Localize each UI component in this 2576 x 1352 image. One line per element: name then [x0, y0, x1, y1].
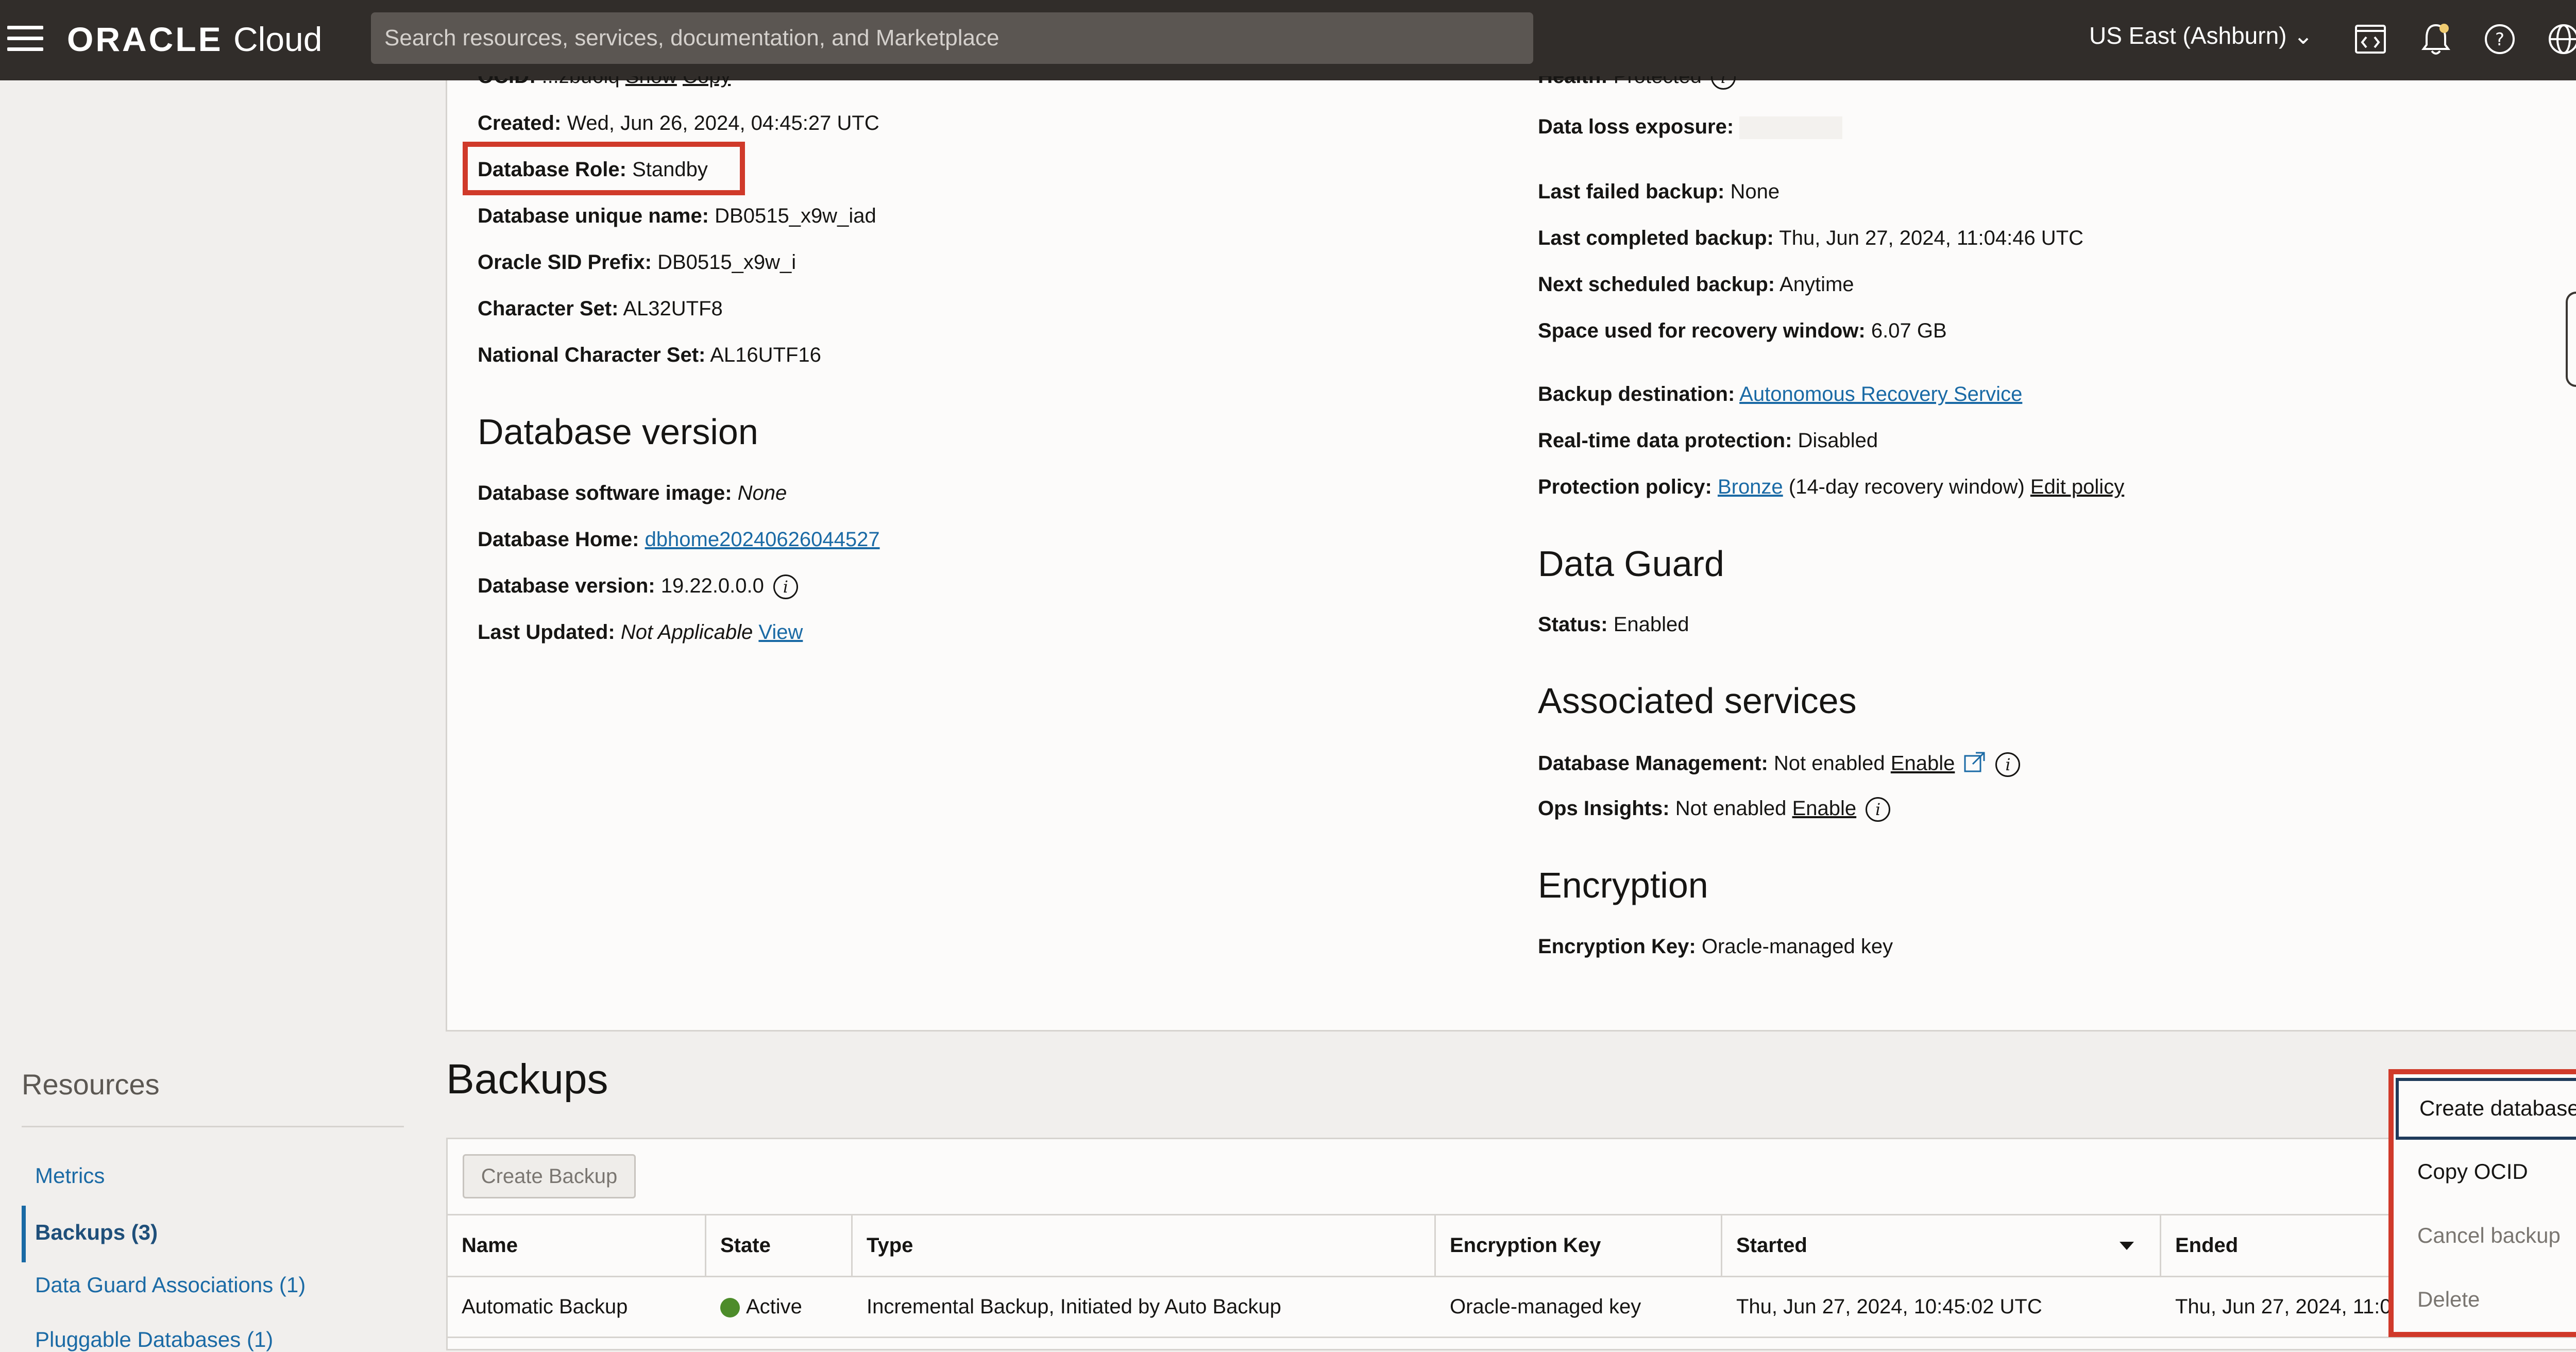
last-updated-view-link[interactable]: View [758, 621, 803, 644]
last-failed-backup-field: Last failed backup: None [1538, 180, 1780, 203]
encryption-heading: Encryption [1538, 865, 1708, 905]
help-widget[interactable] [2566, 292, 2576, 387]
column-divider [1721, 1214, 1722, 1276]
language-globe-icon[interactable] [2544, 20, 2576, 59]
resources-heading: Resources [22, 1068, 160, 1101]
resources-divider [22, 1126, 404, 1127]
table-header-top-border [446, 1214, 2576, 1215]
column-header-encryption-key[interactable]: Encryption Key [1450, 1234, 1601, 1257]
info-icon[interactable]: i [1995, 752, 2021, 777]
backup-started-cell: Thu, Jun 27, 2024, 10:45:02 UTC [1736, 1295, 2042, 1318]
ops-insights-enable-link[interactable]: Enable [1792, 797, 1857, 820]
backup-encryption-key-cell: Oracle-managed key [1450, 1295, 1641, 1318]
data-guard-status-field: Status: Enabled [1538, 613, 1689, 636]
backup-state-cell: Active [720, 1295, 802, 1319]
last-completed-backup-field: Last completed backup: Thu, Jun 27, 2024… [1538, 227, 2084, 249]
active-resource-indicator [22, 1206, 26, 1262]
data-loss-exposure-field: Data loss exposure: [1538, 115, 1843, 140]
table-header-bottom-border [446, 1276, 2576, 1277]
character-set-field: Character Set: AL32UTF8 [478, 297, 723, 320]
hamburger-menu-icon[interactable] [7, 21, 43, 57]
column-divider [851, 1214, 853, 1276]
column-header-started[interactable]: Started [1736, 1234, 1807, 1257]
software-image-field: Database software image: None [478, 482, 787, 504]
region-selector[interactable]: US East (Ashburn) ⌄ [2089, 22, 2313, 49]
sort-descending-icon[interactable] [2120, 1242, 2134, 1250]
backup-name-cell[interactable]: Automatic Backup [462, 1295, 628, 1319]
last-updated-field: Last Updated: Not Applicable View [478, 621, 803, 644]
column-header-ended[interactable]: Ended [2175, 1234, 2238, 1257]
unique-name-field: Database unique name: DB0515_x9w_iad [478, 205, 876, 227]
column-header-name[interactable]: Name [462, 1234, 518, 1257]
backup-ended-cell: Thu, Jun 27, 2024, 11:0 [2175, 1295, 2392, 1318]
space-used-field: Space used for recovery window: 6.07 GB [1538, 319, 1947, 342]
database-version-field: Database version: 19.22.0.0.0 i [478, 574, 798, 600]
chevron-down-icon: ⌄ [2293, 22, 2313, 49]
active-status-dot-icon [720, 1298, 740, 1318]
menu-item-copy-ocid[interactable]: Copy OCID [2417, 1159, 2528, 1184]
info-icon[interactable]: i [773, 574, 798, 600]
encryption-key-field: Encryption Key: Oracle-managed key [1538, 935, 1893, 958]
database-version-heading: Database version [478, 412, 758, 452]
search-input[interactable] [371, 12, 1533, 64]
resource-link-backups[interactable]: Backups (3) [35, 1220, 158, 1245]
backup-destination-link[interactable]: Autonomous Recovery Service [1739, 383, 2022, 405]
resource-link-data-guard[interactable]: Data Guard Associations (1) [35, 1273, 306, 1297]
column-divider [705, 1214, 706, 1276]
data-guard-heading: Data Guard [1538, 544, 1724, 584]
backups-heading: Backups [446, 1056, 608, 1103]
resource-link-pluggable-databases[interactable]: Pluggable Databases (1) [35, 1327, 273, 1352]
table-row-bottom-border [446, 1337, 2576, 1338]
database-management-field: Database Management: Not enabled Enable … [1538, 751, 2021, 779]
menu-item-cancel-backup[interactable]: Cancel backup [2417, 1223, 2561, 1248]
notifications-bell-icon[interactable] [2416, 20, 2455, 59]
protection-policy-link[interactable]: Bronze [1718, 476, 1783, 498]
menu-item-create-database[interactable]: Create database [2396, 1078, 2576, 1140]
backup-type-cell: Incremental Backup, Initiated by Auto Ba… [867, 1295, 1281, 1318]
backup-destination-field: Backup destination: Autonomous Recovery … [1538, 383, 2023, 405]
oracle-cloud-logo[interactable]: ORACLE Cloud [67, 20, 322, 59]
associated-services-heading: Associated services [1538, 681, 1857, 721]
column-header-state[interactable]: State [720, 1234, 771, 1257]
database-home-link[interactable]: dbhome20240626044527 [645, 528, 880, 551]
resource-link-metrics[interactable]: Metrics [35, 1163, 105, 1188]
help-icon[interactable]: ? [2480, 20, 2519, 59]
column-header-type[interactable]: Type [867, 1234, 913, 1257]
sid-prefix-field: Oracle SID Prefix: DB0515_x9w_i [478, 251, 796, 274]
database-management-enable-link[interactable]: Enable [1891, 752, 1955, 775]
column-divider [2160, 1214, 2161, 1276]
external-link-icon [1963, 751, 1986, 779]
real-time-protection-field: Real-time data protection: Disabled [1538, 429, 1878, 452]
created-field: Created: Wed, Jun 26, 2024, 04:45:27 UTC [478, 112, 879, 134]
data-loss-exposure-value [1739, 116, 1843, 140]
svg-text:?: ? [2495, 29, 2504, 50]
column-divider [1434, 1214, 1436, 1276]
ops-insights-field: Ops Insights: Not enabled Enable i [1538, 797, 1891, 822]
national-character-set-field: National Character Set: AL16UTF16 [478, 344, 821, 366]
database-role-highlight [463, 142, 745, 195]
next-scheduled-backup-field: Next scheduled backup: Anytime [1538, 273, 1854, 296]
protection-policy-field: Protection policy: Bronze (14-day recove… [1538, 476, 2125, 498]
create-backup-button[interactable]: Create Backup [463, 1154, 636, 1198]
database-home-field: Database Home: dbhome20240626044527 [478, 528, 880, 551]
info-icon[interactable]: i [1866, 797, 1891, 822]
menu-item-delete[interactable]: Delete [2417, 1287, 2480, 1312]
edit-policy-link[interactable]: Edit policy [2030, 476, 2124, 498]
code-editor-icon[interactable] [2351, 20, 2390, 59]
